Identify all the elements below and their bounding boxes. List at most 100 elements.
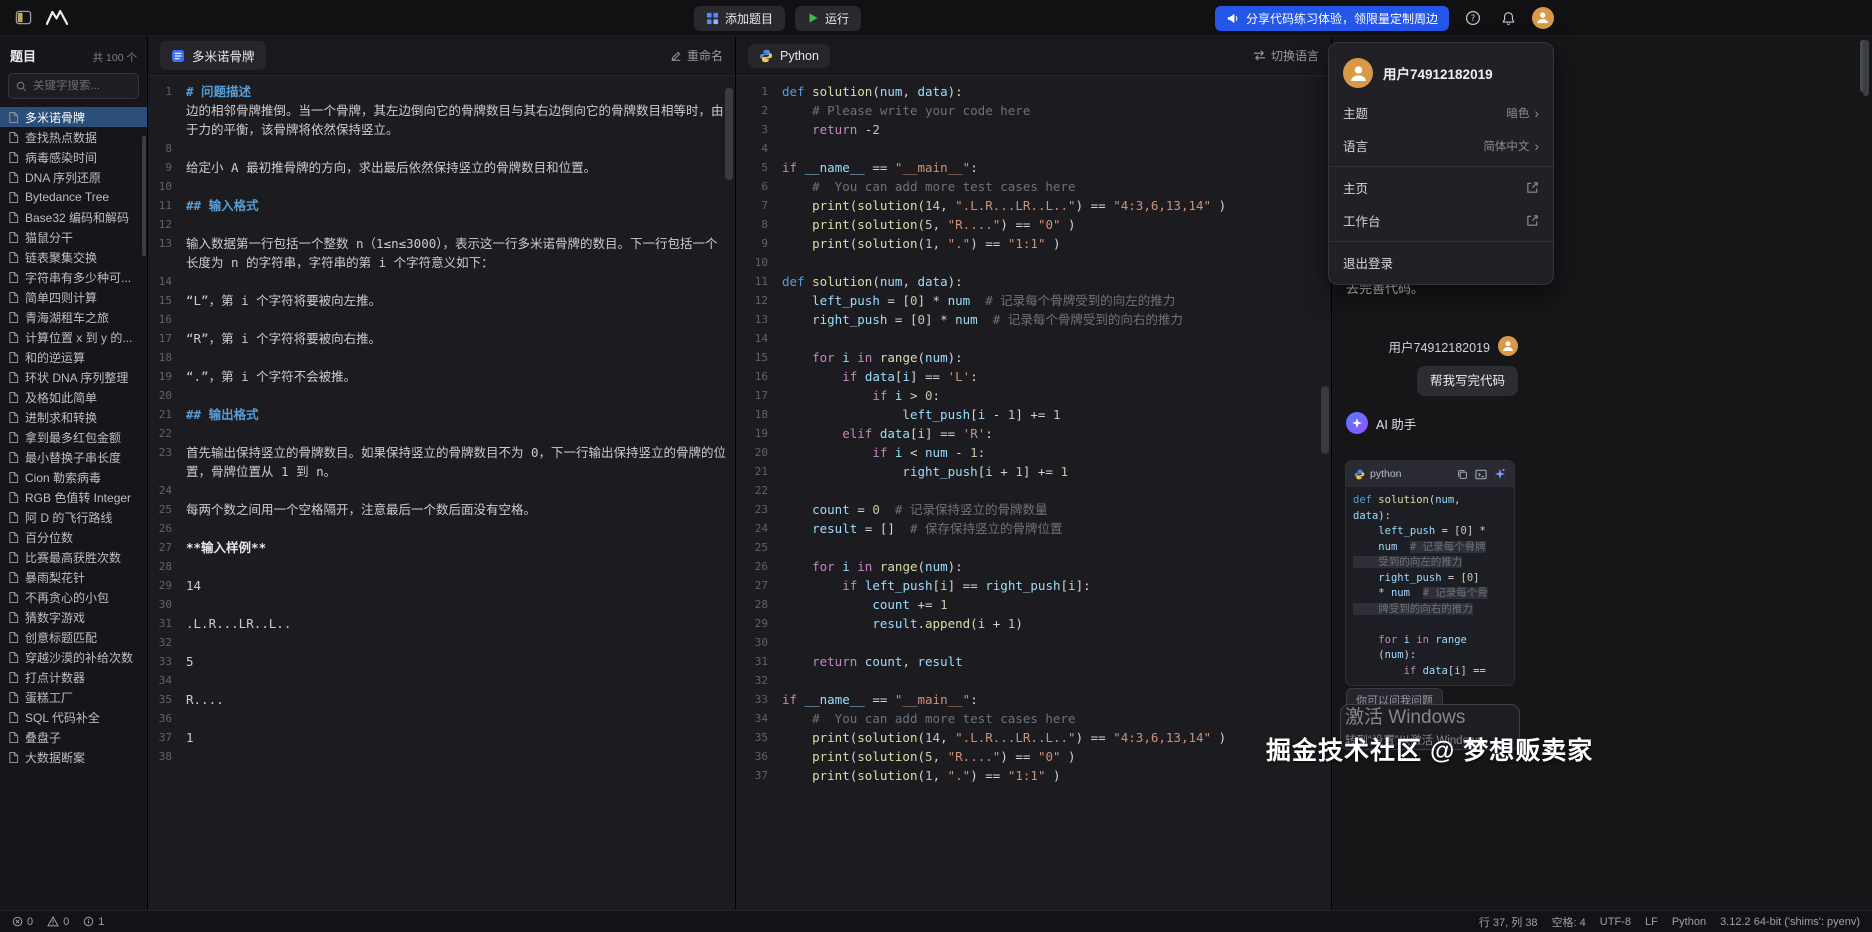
user-menu-item[interactable]: 主页 [1329, 171, 1553, 204]
sidebar-item[interactable]: 进制求和转换 [0, 407, 147, 427]
switch-language-button[interactable]: 切换语言 [1253, 47, 1319, 64]
user-menu-item[interactable]: 语言简体中文› [1329, 129, 1553, 162]
line-number: 4 [736, 139, 782, 158]
ai-code-line: 牌受到的向右的推力 [1353, 602, 1507, 618]
sidebar-item[interactable]: 链表聚集交换 [0, 247, 147, 267]
sidebar-item[interactable]: 字符串有多少种可... [0, 267, 147, 287]
sidebar-toggle-icon[interactable] [12, 7, 34, 29]
search-box[interactable] [8, 73, 139, 99]
sidebar-item[interactable]: 蛋糕工厂 [0, 687, 147, 707]
sidebar-item[interactable]: 打点计数器 [0, 667, 147, 687]
line-number: 28 [148, 557, 186, 576]
sidebar-item-label: 穿越沙漠的补给次数 [25, 649, 133, 666]
line-number: 29 [736, 614, 782, 633]
line-number: 1 [736, 82, 782, 101]
share-banner[interactable]: 分享代码练习体验，领限量定制周边 [1215, 6, 1449, 31]
sidebar-item[interactable]: Bytedance Tree [0, 187, 147, 207]
sidebar-item-label: 阿 D 的飞行路线 [25, 509, 112, 526]
page-scrollbar[interactable] [1863, 40, 1869, 96]
add-problem-icon [706, 12, 719, 25]
line-number: 18 [736, 405, 782, 424]
add-problem-button[interactable]: 添加题目 [694, 6, 785, 31]
sidebar-item[interactable]: DNA 序列还原 [0, 167, 147, 187]
sidebar-item[interactable]: 大数据断案 [0, 747, 147, 767]
line-number: 32 [148, 633, 186, 652]
sidebar-item[interactable]: Cion 勒索病毒 [0, 467, 147, 487]
sidebar-item[interactable]: 比赛最高获胜次数 [0, 547, 147, 567]
user-avatar[interactable] [1532, 7, 1554, 29]
description-editor[interactable]: 1# 问题描述边的相邻骨牌推倒。当一个骨牌，其左边倒向它的骨牌数目与其右边倒向它… [148, 76, 735, 910]
line-number: 24 [148, 481, 186, 500]
sidebar-item[interactable]: 青海湖租车之旅 [0, 307, 147, 327]
sidebar-item-label: RGB 色值转 Integer [25, 489, 131, 506]
code-scrollbar[interactable] [1321, 386, 1329, 454]
eol-sequence[interactable]: LF [1645, 916, 1658, 928]
sidebar-item-label: SQL 代码补全 [25, 709, 100, 726]
user-menu-item[interactable]: 退出登录 [1329, 246, 1553, 279]
magic-wand-icon[interactable] [1494, 468, 1506, 480]
description-scrollbar[interactable] [725, 88, 733, 180]
ai-code-line: if data[i] == [1353, 664, 1507, 680]
sidebar-item[interactable]: 计算位置 x 到 y 的... [0, 327, 147, 347]
line-number: 20 [736, 443, 782, 462]
sidebar-item[interactable]: 暴雨梨花针 [0, 567, 147, 587]
sidebar-item[interactable]: 阿 D 的飞行路线 [0, 507, 147, 527]
sidebar-item[interactable]: Base32 编码和解码 [0, 207, 147, 227]
user-menu-item[interactable]: 主题暗色› [1329, 96, 1553, 129]
encoding[interactable]: UTF-8 [1600, 916, 1631, 928]
sidebar-item[interactable]: 不再贪心的小包 [0, 587, 147, 607]
cursor-position[interactable]: 行 37, 列 38 [1479, 914, 1538, 930]
chat-input[interactable] [1340, 704, 1520, 750]
ai-code-line: def solution(num, [1353, 493, 1507, 509]
sidebar-item[interactable]: SQL 代码补全 [0, 707, 147, 727]
description-tab[interactable]: 多米诺骨牌 [160, 41, 266, 70]
sidebar-item[interactable]: 简单四则计算 [0, 287, 147, 307]
line-number: 28 [736, 595, 782, 614]
description-line: 335 [148, 652, 735, 671]
language-mode[interactable]: Python [1672, 916, 1706, 928]
problems-info[interactable]: 1 [83, 916, 104, 928]
sidebar-item[interactable]: RGB 色值转 Integer [0, 487, 147, 507]
sidebar-item[interactable]: 百分位数 [0, 527, 147, 547]
sidebar-item[interactable]: 拿到最多红包金额 [0, 427, 147, 447]
insert-code-icon[interactable] [1475, 469, 1487, 480]
sidebar-item[interactable]: 猜数字游戏 [0, 607, 147, 627]
line-text: return count, result [782, 652, 963, 671]
indentation[interactable]: 空格: 4 [1552, 914, 1586, 930]
sidebar-item[interactable]: 环状 DNA 序列整理 [0, 367, 147, 387]
description-line: 24 [148, 481, 735, 500]
file-icon [8, 131, 19, 144]
rename-button[interactable]: 重命名 [670, 47, 723, 64]
bell-icon[interactable] [1497, 7, 1519, 29]
problems-warnings[interactable]: 0 [47, 916, 69, 928]
user-menu-item[interactable]: 工作台 [1329, 204, 1553, 237]
sidebar-item[interactable]: 查找热点数据 [0, 127, 147, 147]
sidebar-item[interactable]: 猫鼠分干 [0, 227, 147, 247]
search-input[interactable] [33, 80, 131, 92]
sidebar-item[interactable]: 最小替换子串长度 [0, 447, 147, 467]
line-text: “L”，第 i 个字符将要被向左推。 [186, 291, 381, 310]
sidebar-item[interactable]: 穿越沙漠的补给次数 [0, 647, 147, 667]
python-interpreter[interactable]: 3.12.2 64-bit ('shims': pyenv) [1720, 916, 1860, 928]
help-icon[interactable]: ? [1462, 7, 1484, 29]
sidebar-item[interactable]: 创意标题匹配 [0, 627, 147, 647]
sidebar-item[interactable]: 叠盘子 [0, 727, 147, 747]
chat-username: 用户74912182019 [1389, 337, 1490, 356]
sidebar-item[interactable]: 及格如此简单 [0, 387, 147, 407]
sidebar-scrollbar[interactable] [142, 136, 146, 256]
problems-errors[interactable]: 0 [12, 916, 33, 928]
sidebar-item[interactable]: 病毒感染时间 [0, 147, 147, 167]
ai-assistant-icon [1346, 412, 1368, 434]
file-icon [8, 711, 19, 724]
sidebar-item[interactable]: 和的逆运算 [0, 347, 147, 367]
file-icon [8, 311, 19, 324]
code-line: 24 result = [] # 保存保持竖立的骨牌位置 [736, 519, 1331, 538]
copy-icon[interactable] [1457, 469, 1468, 480]
language-tab[interactable]: Python [748, 44, 830, 68]
line-number: 37 [736, 766, 782, 785]
sidebar-item[interactable]: 多米诺骨牌 [0, 107, 147, 127]
run-button[interactable]: 运行 [795, 6, 861, 31]
code-line: 22 [736, 481, 1331, 500]
description-line: 2914 [148, 576, 735, 595]
code-editor[interactable]: 1def solution(num, data):2 # Please writ… [736, 76, 1331, 910]
